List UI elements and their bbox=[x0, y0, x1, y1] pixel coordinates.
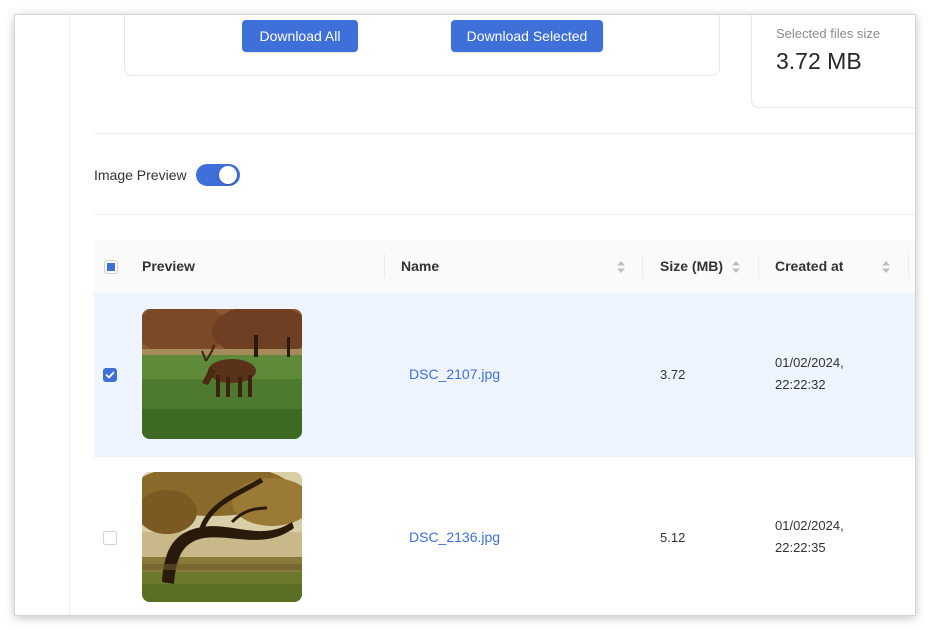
sort-icon[interactable] bbox=[616, 260, 626, 274]
row-checkbox[interactable] bbox=[103, 531, 117, 545]
download-all-button[interactable]: Download All bbox=[242, 20, 358, 52]
table-header: Preview Name Size (MB) Created at bbox=[94, 240, 915, 294]
file-name-link[interactable]: DSC_2107.jpg bbox=[409, 366, 500, 382]
column-header-created-at[interactable]: Created at bbox=[775, 240, 843, 293]
table-row[interactable]: DSC_2136.jpg 5.12 01/02/2024, 22:22:35 bbox=[94, 456, 915, 615]
sort-icon[interactable] bbox=[731, 260, 741, 274]
file-size: 3.72 bbox=[660, 367, 686, 382]
column-header-preview: Preview bbox=[142, 258, 195, 274]
toggle-knob bbox=[218, 166, 237, 184]
tree-photo-icon[interactable] bbox=[142, 472, 302, 602]
app-window: Download All Download Selected Selected … bbox=[15, 15, 915, 615]
download-selected-button[interactable]: Download Selected bbox=[451, 20, 603, 52]
select-all-checkbox[interactable] bbox=[104, 260, 118, 274]
created-time: 22:22:32 bbox=[775, 377, 826, 392]
file-size: 5.12 bbox=[660, 530, 686, 545]
sort-icon[interactable] bbox=[881, 260, 891, 274]
column-separator bbox=[384, 254, 385, 278]
column-separator bbox=[758, 254, 759, 278]
download-card: Download All Download Selected bbox=[124, 15, 720, 76]
created-date: 01/02/2024, bbox=[775, 355, 844, 370]
image-preview-label: Image Preview bbox=[94, 167, 187, 183]
selected-size-card: Selected files size 3.72 MB bbox=[751, 15, 915, 108]
divider bbox=[94, 133, 915, 134]
file-created-at: 01/02/2024, 22:22:35 bbox=[775, 515, 844, 559]
selected-size-value: 3.72 MB bbox=[776, 48, 862, 74]
image-preview-toggle[interactable] bbox=[195, 164, 240, 186]
left-sidebar bbox=[15, 15, 70, 615]
created-date: 01/02/2024, bbox=[775, 518, 844, 533]
deer-photo-icon[interactable] bbox=[142, 309, 302, 439]
column-header-size[interactable]: Size (MB) bbox=[660, 240, 723, 293]
table-row[interactable]: DSC_2107.jpg 3.72 01/02/2024, 22:22:32 bbox=[94, 293, 915, 457]
selected-size-label: Selected files size bbox=[776, 26, 881, 41]
image-preview-control: Image Preview bbox=[94, 163, 240, 187]
main-content: Download All Download Selected Selected … bbox=[70, 15, 915, 615]
column-separator bbox=[642, 254, 643, 278]
file-name-link[interactable]: DSC_2136.jpg bbox=[409, 529, 500, 545]
row-checkbox[interactable] bbox=[103, 368, 117, 382]
file-created-at: 01/02/2024, 22:22:32 bbox=[775, 352, 844, 396]
column-header-name[interactable]: Name bbox=[401, 240, 439, 293]
created-time: 22:22:35 bbox=[775, 540, 826, 555]
divider bbox=[94, 214, 915, 215]
column-separator bbox=[908, 254, 909, 278]
